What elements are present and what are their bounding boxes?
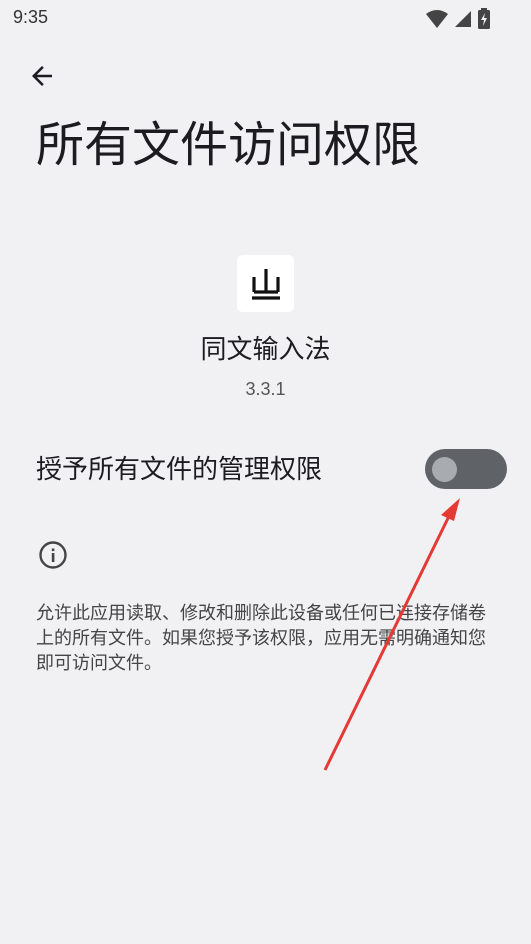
toggle-thumb [432, 457, 457, 482]
permission-description: 允许此应用读取、修改和删除此设备或任何已连接存储卷上的所有文件。如果您授予该权限… [36, 603, 486, 674]
permission-label: 授予所有文件的管理权限 [36, 455, 323, 485]
cell-signal-icon [455, 11, 471, 27]
back-button[interactable] [24, 58, 60, 94]
app-name: 同文输入法 [200, 335, 331, 365]
battery-charging-icon [478, 8, 490, 29]
status-time: 9:35 [13, 7, 49, 27]
permission-row[interactable]: 授予所有文件的管理权限 [0, 440, 531, 502]
arrow-back-icon [32, 66, 52, 86]
wifi-icon [426, 10, 448, 28]
status-icons [425, 8, 491, 30]
page-title: 所有文件访问权限 [36, 117, 421, 173]
info-icon [37, 539, 69, 571]
app-icon [237, 255, 294, 312]
app-logo-icon [251, 268, 280, 300]
status-bar: 9:35 [0, 0, 531, 36]
permission-toggle[interactable] [425, 449, 507, 489]
app-version: 3.3.1 [245, 379, 286, 399]
